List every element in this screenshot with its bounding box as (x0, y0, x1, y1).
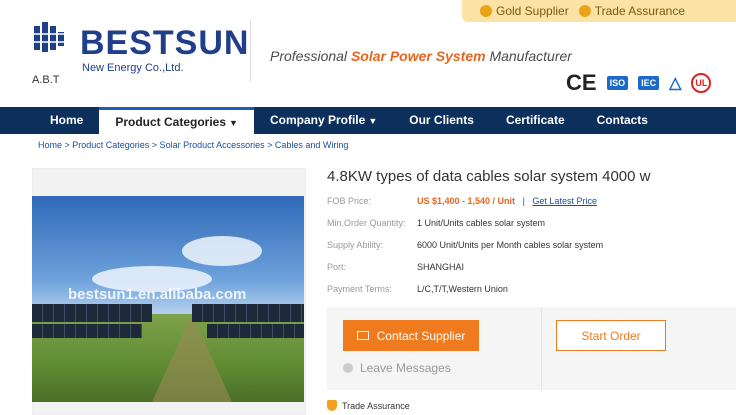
header-divider (250, 20, 251, 82)
contact-supplier-button[interactable]: Contact Supplier (343, 320, 479, 351)
certification-logos: CE ISO IEC △ UL (566, 70, 712, 96)
top-badge-bar: Gold Supplier Trade Assurance (462, 0, 736, 22)
nav-home[interactable]: Home (0, 107, 99, 134)
message-icon (343, 363, 353, 373)
breadcrumb[interactable]: Home > Product Categories > Solar Produc… (38, 140, 348, 150)
trade-assurance-badge[interactable]: Trade Assurance (578, 4, 685, 18)
image-watermark: bestsun1.en.alibaba.com (68, 286, 247, 303)
solar-panel-row (32, 304, 152, 322)
nav-product-categories[interactable]: Product Categories ▼ (99, 107, 254, 134)
main-nav: Home Product Categories ▼ Company Profile… (0, 107, 736, 134)
iso-cert-icon: ISO (606, 76, 629, 90)
company-logo-name[interactable]: BESTSUN (80, 24, 249, 63)
company-subtitle: New Energy Co.,Ltd. (82, 62, 184, 74)
tuv-cert-icon: △ (669, 75, 682, 92)
logo-icon (32, 22, 66, 52)
company-tagline: Professional Solar Power System Manufact… (270, 48, 572, 64)
start-order-button[interactable]: Start Order (556, 320, 666, 351)
port-row: Port: SHANGHAI (327, 262, 465, 272)
gold-supplier-icon (480, 5, 492, 17)
action-divider (541, 307, 542, 390)
company-abbr: A.B.T (32, 74, 60, 86)
nav-certificate[interactable]: Certificate (490, 107, 581, 134)
product-image[interactable]: bestsun1.en.alibaba.com (32, 196, 304, 402)
solar-panel-row (192, 304, 304, 322)
leave-messages-link[interactable]: Leave Messages (343, 361, 451, 375)
iec-cert-icon: IEC (638, 76, 660, 90)
product-title: 4.8KW types of data cables solar system … (327, 168, 651, 185)
chevron-down-icon: ▼ (368, 116, 378, 126)
solar-panel-row (32, 324, 142, 338)
get-latest-price-link[interactable]: Get Latest Price (532, 196, 597, 206)
envelope-icon (356, 331, 369, 340)
moq-row: Min.Order Quantity: 1 Unit/Units cables … (327, 218, 546, 228)
chevron-down-icon: ▼ (229, 118, 238, 128)
payment-terms-row: Payment Terms: L/C,T/T,Western Union (327, 284, 508, 294)
trade-assurance-note[interactable]: Trade Assurance (327, 400, 410, 411)
shield-icon (327, 400, 337, 411)
ul-cert-icon: UL (691, 73, 712, 93)
image-cloud (182, 236, 262, 266)
ce-cert-icon: CE (566, 70, 597, 95)
gold-supplier-badge[interactable]: Gold Supplier (480, 4, 569, 18)
fob-price-value: US $1,400 - 1,540 / Unit (417, 196, 516, 206)
fob-price-row: FOB Price: US $1,400 - 1,540 / Unit | Ge… (327, 196, 597, 206)
nav-company-profile[interactable]: Company Profile ▼ (254, 107, 393, 134)
supply-ability-row: Supply Ability: 6000 Unit/Units per Mont… (327, 240, 604, 250)
solar-panel-row (207, 324, 304, 338)
trade-assurance-icon (578, 5, 591, 17)
nav-our-clients[interactable]: Our Clients (393, 107, 490, 134)
nav-contacts[interactable]: Contacts (581, 107, 664, 134)
